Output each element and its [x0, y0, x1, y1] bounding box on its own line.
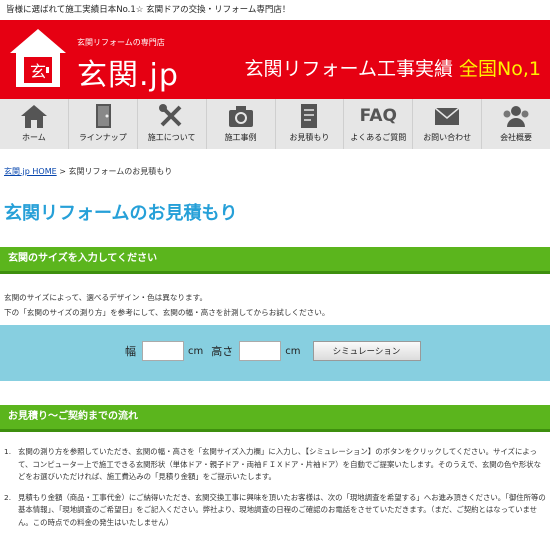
faq-icon: FAQ: [359, 105, 397, 126]
tools-icon: [158, 103, 182, 126]
people-icon: [503, 105, 529, 127]
tagline-main: 玄関リフォーム工事実績: [244, 58, 453, 80]
door-icon: [95, 103, 111, 128]
section-heading-flow: お見積り〜ご契約までの流れ: [0, 405, 550, 432]
logo-house-icon[interactable]: 玄: [8, 27, 68, 89]
top-announcement: 皆様に選ばれて施工実績日本No.1☆ 玄関ドアの交換・リフォーム専門店！: [0, 0, 550, 20]
tagline-highlight: 全国No,1: [459, 58, 541, 80]
list-item-number: 1.: [4, 447, 12, 456]
width-input[interactable]: [142, 341, 184, 361]
site-header: 玄 玄関リフォームの専門店 玄関.jp 玄関リフォーム工事実績 全国No,1: [0, 20, 550, 99]
nav-home[interactable]: ホーム: [0, 99, 69, 149]
breadcrumb: 玄関.jp HOME > 玄関リフォームのお見積もり: [4, 166, 172, 177]
nav-label: お問い合わせ: [423, 133, 472, 142]
breadcrumb-current: 玄関リフォームのお見積もり: [68, 167, 173, 176]
nav-label: よくあるご質問: [350, 133, 407, 142]
nav-company[interactable]: 会社概要: [482, 99, 550, 149]
logo-subtitle: 玄関リフォームの専門店: [77, 38, 165, 47]
list-item: 1. 玄関の測り方を参照していただき、玄関の幅・高さを「玄関サイズ入力欄」に入力…: [4, 446, 546, 484]
nav-label: 会社概要: [500, 133, 533, 142]
width-label: 幅: [125, 345, 136, 358]
nav-estimate[interactable]: お見積もり: [276, 99, 345, 149]
size-description-2: 下の「玄関のサイズの測り方」を参考にして、玄関の幅・高さを計測してからお試しくだ…: [4, 308, 330, 317]
section-heading-size: 玄関のサイズを入力してください: [0, 247, 550, 274]
nav-label: ラインナップ: [78, 133, 127, 142]
simulation-button[interactable]: シミュレーション: [312, 341, 421, 361]
height-unit: cm: [285, 345, 301, 357]
flow-list: 1. 玄関の測り方を参照していただき、玄関の幅・高さを「玄関サイズ入力欄」に入力…: [4, 446, 546, 534]
camera-icon: [228, 105, 253, 127]
list-item-text: 玄関の測り方を参照していただき、玄関の幅・高さを「玄関サイズ入力欄」に入力し、【…: [18, 447, 541, 481]
nav-construction[interactable]: 施工について: [138, 99, 207, 149]
nav-label: お見積もり: [289, 133, 330, 142]
nav-contact[interactable]: お問い合わせ: [413, 99, 483, 149]
size-description-1: 玄関のサイズによって、選べるデザイン・色は異なります。: [4, 293, 208, 302]
breadcrumb-home-link[interactable]: 玄関.jp HOME: [4, 167, 57, 176]
mail-icon: [434, 106, 460, 125]
height-input[interactable]: [239, 341, 282, 361]
nav-label: 施工事例: [224, 133, 257, 142]
home-icon: [20, 104, 47, 128]
list-item-number: 2.: [4, 492, 12, 502]
nav-label: 施工について: [147, 133, 196, 142]
list-item-text: 見積もり金額（商品・工事代金）にご納得いただき、玄関交換工事に興味を頂いたお客様…: [18, 492, 546, 527]
main-nav: ホーム ラインナップ 施工について 施工事例 お見積もり FAQ よくあるご質問…: [0, 99, 550, 149]
svg-text:玄: 玄: [30, 62, 46, 81]
logo-wordmark[interactable]: 玄関.jp: [77, 50, 179, 94]
document-icon: [301, 103, 318, 128]
breadcrumb-separator: >: [56, 167, 69, 176]
nav-lineup[interactable]: ラインナップ: [69, 99, 138, 149]
nav-faq[interactable]: FAQ よくあるご質問: [344, 99, 414, 149]
nav-cases[interactable]: 施工事例: [207, 99, 276, 149]
page-title: 玄関リフォームのお見積もり: [4, 203, 238, 224]
height-label: 高さ: [211, 345, 234, 358]
size-simulator: 幅 cm 高さ cm シミュレーション: [0, 325, 550, 381]
width-unit: cm: [188, 345, 204, 357]
header-tagline: 玄関リフォーム工事実績 全国No,1: [245, 54, 541, 81]
list-item: 2. 見積もり金額（商品・工事代金）にご納得いただき、玄関交換工事に興味を頂いた…: [4, 492, 546, 530]
nav-label: ホーム: [22, 133, 46, 142]
